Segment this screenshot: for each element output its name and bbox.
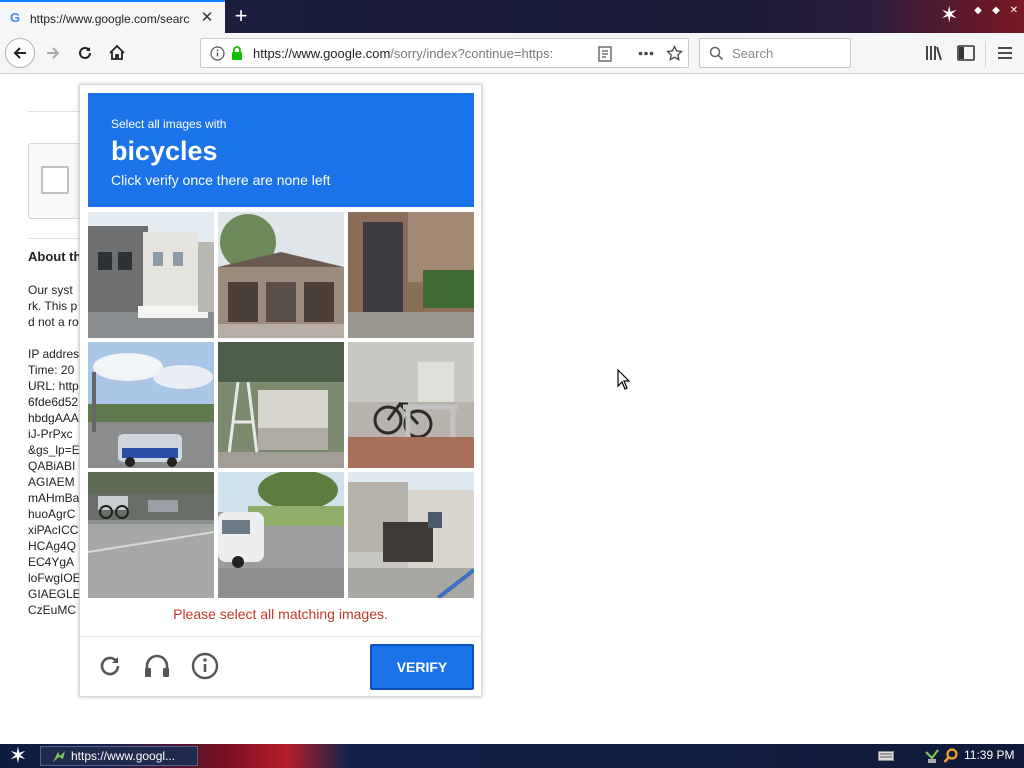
search-icon <box>709 46 724 61</box>
hamburger-menu-icon[interactable] <box>997 46 1013 60</box>
page-text-line: AGIAEM <box>28 475 75 489</box>
refresh-icon <box>100 656 120 676</box>
image-tile[interactable] <box>88 472 214 598</box>
google-favicon-icon: G <box>10 10 21 25</box>
recaptcha-challenge-popup: Select all images with bicycles Click ve… <box>79 84 482 697</box>
page-text-line: xiPAcICC <box>28 523 79 537</box>
home-icon <box>109 44 125 60</box>
page-text-line: Time: 20 <box>28 363 75 377</box>
page-text-line: 6fde6d52 <box>28 395 79 409</box>
search-placeholder: Search <box>732 46 774 61</box>
toolbar-divider <box>985 41 986 67</box>
url-path: /sorry/index?continue=https: <box>390 46 554 61</box>
page-text-line: IP addres <box>28 347 80 361</box>
url-bar[interactable]: https://www.google.com/sorry/index?conti… <box>200 38 689 68</box>
reload-challenge-button[interactable] <box>95 651 125 681</box>
page-text-line: rk. This p <box>28 299 78 313</box>
close-window-icon[interactable]: ✕ <box>1008 5 1020 17</box>
page-text-line: loFwgIOE <box>28 571 81 585</box>
about-heading: About th <box>28 249 82 264</box>
challenge-object: bicycles <box>111 136 218 166</box>
page-text-line: EC4YgA <box>28 555 75 569</box>
sidebar-icon[interactable] <box>957 45 975 61</box>
maximize-icon[interactable]: ◆ <box>990 5 1002 17</box>
home-button[interactable] <box>102 38 132 68</box>
system-clock: 11:39 PM <box>964 748 1015 762</box>
page-text-line: huoAgrC <box>28 507 76 521</box>
challenge-instruction: Select all images with <box>111 117 227 131</box>
reload-button[interactable] <box>70 38 100 68</box>
taskbar-window-button[interactable]: https://www.googl... <box>40 746 198 766</box>
page-actions-icon[interactable] <box>638 51 654 56</box>
image-tile[interactable] <box>218 472 344 598</box>
new-tab-icon[interactable]: + <box>230 5 252 27</box>
challenge-error-message: Please select all matching images. <box>173 606 388 622</box>
tile-shop-storefront-image <box>218 212 344 338</box>
page-text-line: URL: http <box>28 379 79 393</box>
page-text-line: mAHmBa <box>28 491 80 505</box>
page-text-line: iJ-PrPxc <box>28 427 73 441</box>
image-tile[interactable] <box>218 342 344 468</box>
search-bar[interactable]: Search <box>699 38 851 68</box>
verify-button[interactable]: VERIFY <box>370 644 474 690</box>
page-text-line: GIAEGLE <box>28 587 81 601</box>
footer-divider <box>80 636 481 637</box>
image-tile[interactable] <box>88 342 214 468</box>
page-text-line: &gs_lp=E <box>28 443 80 457</box>
image-tile[interactable] <box>88 212 214 338</box>
challenge-header: Select all images with bicycles Click ve… <box>88 93 474 207</box>
challenge-subtext: Click verify once there are none left <box>111 172 331 188</box>
back-button[interactable] <box>5 38 35 68</box>
image-tile[interactable] <box>348 472 474 598</box>
app-window-icon <box>53 751 65 762</box>
bookmark-star-icon[interactable] <box>666 45 683 62</box>
reload-icon <box>79 46 91 59</box>
browser-tab[interactable]: G https://www.google.com/search? ✕ <box>0 0 225 34</box>
page-text-line: QABiABI <box>28 459 76 473</box>
tile-vending-area-image <box>218 342 344 468</box>
lock-icon[interactable] <box>230 45 244 61</box>
back-arrow-icon <box>13 47 26 59</box>
tile-dark-doorway-image <box>348 212 474 338</box>
headphones-icon <box>145 654 169 677</box>
audio-challenge-button[interactable] <box>142 651 172 681</box>
tile-bicycle-parked-image <box>348 342 474 468</box>
page-text-line: CzEuMC <box>28 603 77 617</box>
window-manager-star-icon: ✶ <box>940 2 959 27</box>
taskbar-window-label: https://www.googl... <box>71 749 176 763</box>
library-icon[interactable] <box>925 45 943 61</box>
url-host: https://www.google.com <box>253 46 391 61</box>
forward-button[interactable] <box>38 38 68 68</box>
tile-white-car-road-image <box>218 472 344 598</box>
image-tile[interactable] <box>348 212 474 338</box>
url-text: https://www.google.com/sorry/index?conti… <box>253 46 558 62</box>
navigation-toolbar: https://www.google.com/sorry/index?conti… <box>0 33 1024 74</box>
taskbar: ✶ https://www.googl... 11:39 PM <box>0 744 1024 768</box>
info-icon[interactable] <box>210 46 225 61</box>
image-tile[interactable] <box>348 342 474 468</box>
keyboard-icon[interactable] <box>878 751 894 761</box>
tab-title: https://www.google.com/search? <box>30 12 190 26</box>
tab-close-icon[interactable]: ✕ <box>199 10 215 26</box>
tile-road-with-cars-image <box>88 342 214 468</box>
tile-parking-lot-bikes-image <box>88 472 214 598</box>
tab-strip: G https://www.google.com/search? ✕ + ✶ ◆… <box>0 0 1024 34</box>
page-text-line: d not a ro <box>28 315 79 329</box>
reader-view-icon[interactable] <box>598 46 612 62</box>
info-circle-icon <box>191 652 219 680</box>
start-menu-star-icon[interactable]: ✶ <box>6 745 30 767</box>
page-text-line: Our syst <box>28 283 73 297</box>
page-text-line: hbdgAAA <box>28 411 79 425</box>
forward-arrow-icon <box>47 47 60 59</box>
recaptcha-checkbox[interactable] <box>41 166 69 194</box>
network-icon[interactable] <box>924 748 940 764</box>
tile-house-garage-image <box>348 472 474 598</box>
search-tray-icon[interactable] <box>943 748 959 764</box>
image-tile[interactable] <box>218 212 344 338</box>
help-button[interactable] <box>190 651 220 681</box>
tile-street-houses-image <box>88 212 214 338</box>
minimize-icon[interactable]: ◆ <box>972 5 984 17</box>
page-text-line: HCAg4Q <box>28 539 77 553</box>
mouse-cursor-icon <box>617 369 631 390</box>
